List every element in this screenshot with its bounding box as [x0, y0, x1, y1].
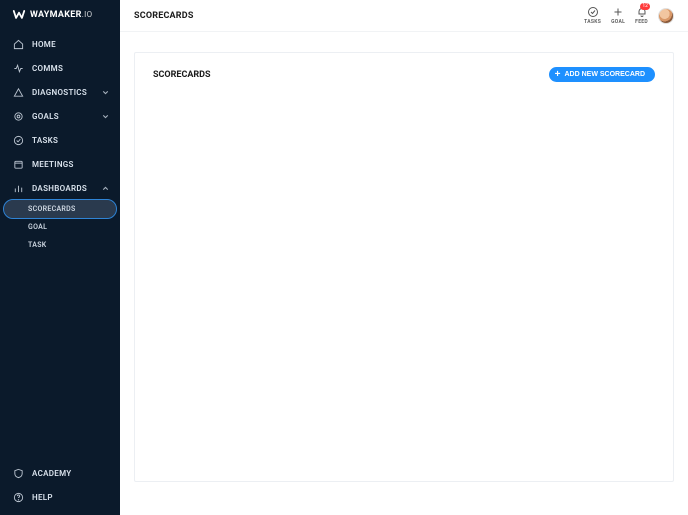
- activity-icon: [12, 62, 24, 74]
- help-icon: [12, 491, 24, 503]
- sidebar-item-label: MEETINGS: [32, 160, 110, 169]
- sidebar-item-academy[interactable]: ACADEMY: [0, 461, 120, 485]
- topbar: SCORECARDS TASKS GOAL 12 FEED: [120, 0, 688, 32]
- sidebar-subitem-task[interactable]: TASK: [0, 236, 120, 254]
- card-header: SCORECARDS + ADD NEW SCORECARD: [153, 67, 655, 82]
- topbar-action-label: TASKS: [584, 19, 601, 25]
- sidebar-item-dashboards[interactable]: DASHBOARDS: [0, 176, 120, 200]
- topbar-goal-button[interactable]: GOAL: [611, 6, 625, 25]
- sidebar-item-meetings[interactable]: MEETINGS: [0, 152, 120, 176]
- check-circle-icon: [587, 6, 599, 18]
- sidebar-item-label: TASKS: [32, 136, 110, 145]
- add-new-scorecard-button[interactable]: + ADD NEW SCORECARD: [549, 67, 655, 82]
- bar-chart-icon: [12, 182, 24, 194]
- sidebar-bottom: ACADEMY HELP: [0, 461, 120, 515]
- sidebar-item-label: DIAGNOSTICS: [32, 88, 92, 97]
- home-icon: [12, 38, 24, 50]
- calendar-icon: [12, 158, 24, 170]
- top-actions: TASKS GOAL 12 FEED: [584, 6, 674, 25]
- sidebar-subitem-label: TASK: [28, 241, 47, 249]
- sidebar-item-help[interactable]: HELP: [0, 485, 120, 509]
- topbar-action-label: FEED: [635, 19, 648, 25]
- plus-icon: [612, 6, 624, 18]
- sidebar-item-label: DASHBOARDS: [32, 184, 92, 193]
- sidebar: WAYMAKER.IO HOME COMMS DIAGNOSTICS GOALS…: [0, 0, 120, 515]
- brand-name: WAYMAKER: [30, 10, 82, 20]
- sidebar-item-label: ACADEMY: [32, 469, 110, 478]
- sidebar-item-diagnostics[interactable]: DIAGNOSTICS: [0, 80, 120, 104]
- scorecards-card: SCORECARDS + ADD NEW SCORECARD: [134, 52, 674, 482]
- add-button-label: ADD NEW SCORECARD: [565, 71, 646, 78]
- chevron-down-icon: [100, 111, 110, 121]
- avatar[interactable]: [658, 8, 674, 24]
- chevron-up-icon: [100, 183, 110, 193]
- topbar-feed-button[interactable]: 12 FEED: [635, 6, 648, 25]
- sidebar-nav: HOME COMMS DIAGNOSTICS GOALS TASKS MEETI…: [0, 32, 120, 515]
- sidebar-subitem-label: SCORECARDS: [28, 205, 76, 213]
- topbar-tasks-button[interactable]: TASKS: [584, 6, 601, 25]
- card-title: SCORECARDS: [153, 70, 211, 80]
- sidebar-subitem-label: GOAL: [28, 223, 47, 231]
- sidebar-item-goals[interactable]: GOALS: [0, 104, 120, 128]
- page-title: SCORECARDS: [134, 11, 194, 21]
- chevron-down-icon: [100, 87, 110, 97]
- triangle-icon: [12, 86, 24, 98]
- sidebar-item-label: HELP: [32, 493, 110, 502]
- notification-badge: 12: [640, 3, 650, 10]
- main: SCORECARDS TASKS GOAL 12 FEED SCORECARDS: [120, 0, 688, 515]
- sidebar-item-label: COMMS: [32, 64, 110, 73]
- sidebar-item-home[interactable]: HOME: [0, 32, 120, 56]
- target-icon: [12, 110, 24, 122]
- sidebar-item-tasks[interactable]: TASKS: [0, 128, 120, 152]
- sidebar-subitem-scorecards[interactable]: SCORECARDS: [4, 200, 116, 218]
- shield-icon: [12, 467, 24, 479]
- brand-logo[interactable]: WAYMAKER.IO: [0, 0, 120, 32]
- sidebar-item-comms[interactable]: COMMS: [0, 56, 120, 80]
- sidebar-subitem-goal[interactable]: GOAL: [0, 218, 120, 236]
- topbar-action-label: GOAL: [611, 19, 625, 25]
- brand-suffix: .IO: [82, 10, 93, 19]
- sidebar-item-label: HOME: [32, 40, 110, 49]
- content: SCORECARDS + ADD NEW SCORECARD: [120, 32, 688, 515]
- check-circle-icon: [12, 134, 24, 146]
- sidebar-item-label: GOALS: [32, 112, 92, 121]
- waymaker-logo-icon: [12, 8, 26, 22]
